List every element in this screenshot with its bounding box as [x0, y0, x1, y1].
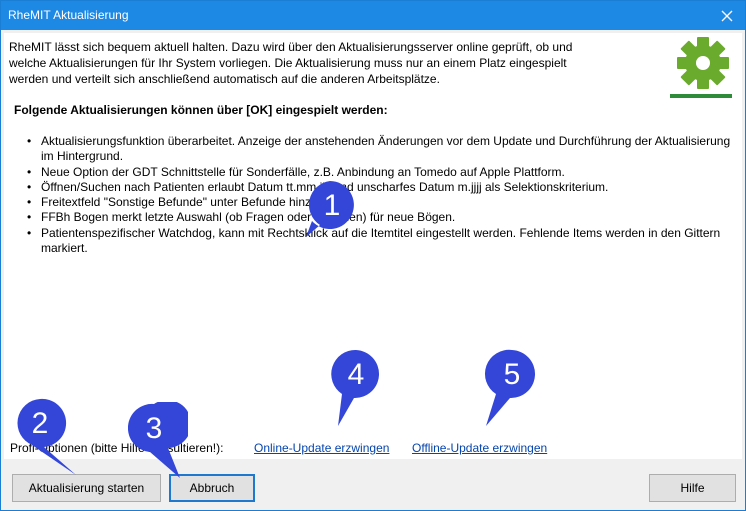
list-item: Aktualisierungsfunktion überarbeitet. An… — [27, 134, 733, 165]
online-update-link[interactable]: Online-Update erzwingen — [254, 441, 389, 455]
list-item: Freitextfeld "Sonstige Befunde" unter Be… — [27, 195, 733, 211]
window-title: RheMIT Aktualisierung — [8, 8, 129, 22]
intro-line: werden und verteilt sich anschließend au… — [9, 72, 440, 86]
changes-list: Aktualisierungsfunktion überarbeitet. An… — [27, 134, 733, 256]
list-item: Patientenspezifischer Watchdog, kann mit… — [27, 226, 733, 257]
help-button[interactable]: Hilfe — [649, 474, 736, 502]
updates-heading: Folgende Aktualisierungen können über [O… — [14, 103, 388, 117]
callout-marker-4: 4 — [331, 349, 380, 426]
callout-number: 2 — [32, 407, 49, 440]
callout-marker-1: 1 — [306, 181, 354, 237]
close-button[interactable] — [709, 1, 745, 30]
callout-number: 4 — [348, 358, 365, 391]
callout-marker-2: 2 — [17, 398, 77, 475]
gear-icon — [665, 35, 741, 99]
update-dialog: RheMIT Aktualisierung RheMIT lässt sich … — [0, 0, 746, 511]
callout-number: 3 — [146, 412, 163, 445]
profi-options-row: Profi-Optionen (bitte Hilfe konsultieren… — [10, 441, 730, 457]
callout-marker-5: 5 — [484, 349, 536, 426]
offline-update-link[interactable]: Offline-Update erzwingen — [412, 441, 547, 455]
callout-number: 1 — [324, 189, 341, 222]
list-item: Neue Option der GDT Schnittstelle für So… — [27, 165, 733, 181]
close-icon — [721, 10, 733, 21]
intro-text: RheMIT lässt sich bequem aktuell halten.… — [9, 39, 641, 87]
intro-line: RheMIT lässt sich bequem aktuell halten.… — [9, 40, 573, 54]
intro-line: welche Aktualisierungen für Ihr System v… — [9, 56, 567, 70]
callout-marker-3: 3 — [128, 402, 188, 478]
callout-number: 5 — [504, 358, 521, 391]
title-bar: RheMIT Aktualisierung — [1, 1, 745, 30]
list-item: Öffnen/Suchen nach Patienten erlaubt Dat… — [27, 180, 733, 196]
list-item: FFBh Bogen merkt letzte Auswahl (ob Frag… — [27, 210, 733, 226]
gear-underline — [670, 94, 732, 98]
